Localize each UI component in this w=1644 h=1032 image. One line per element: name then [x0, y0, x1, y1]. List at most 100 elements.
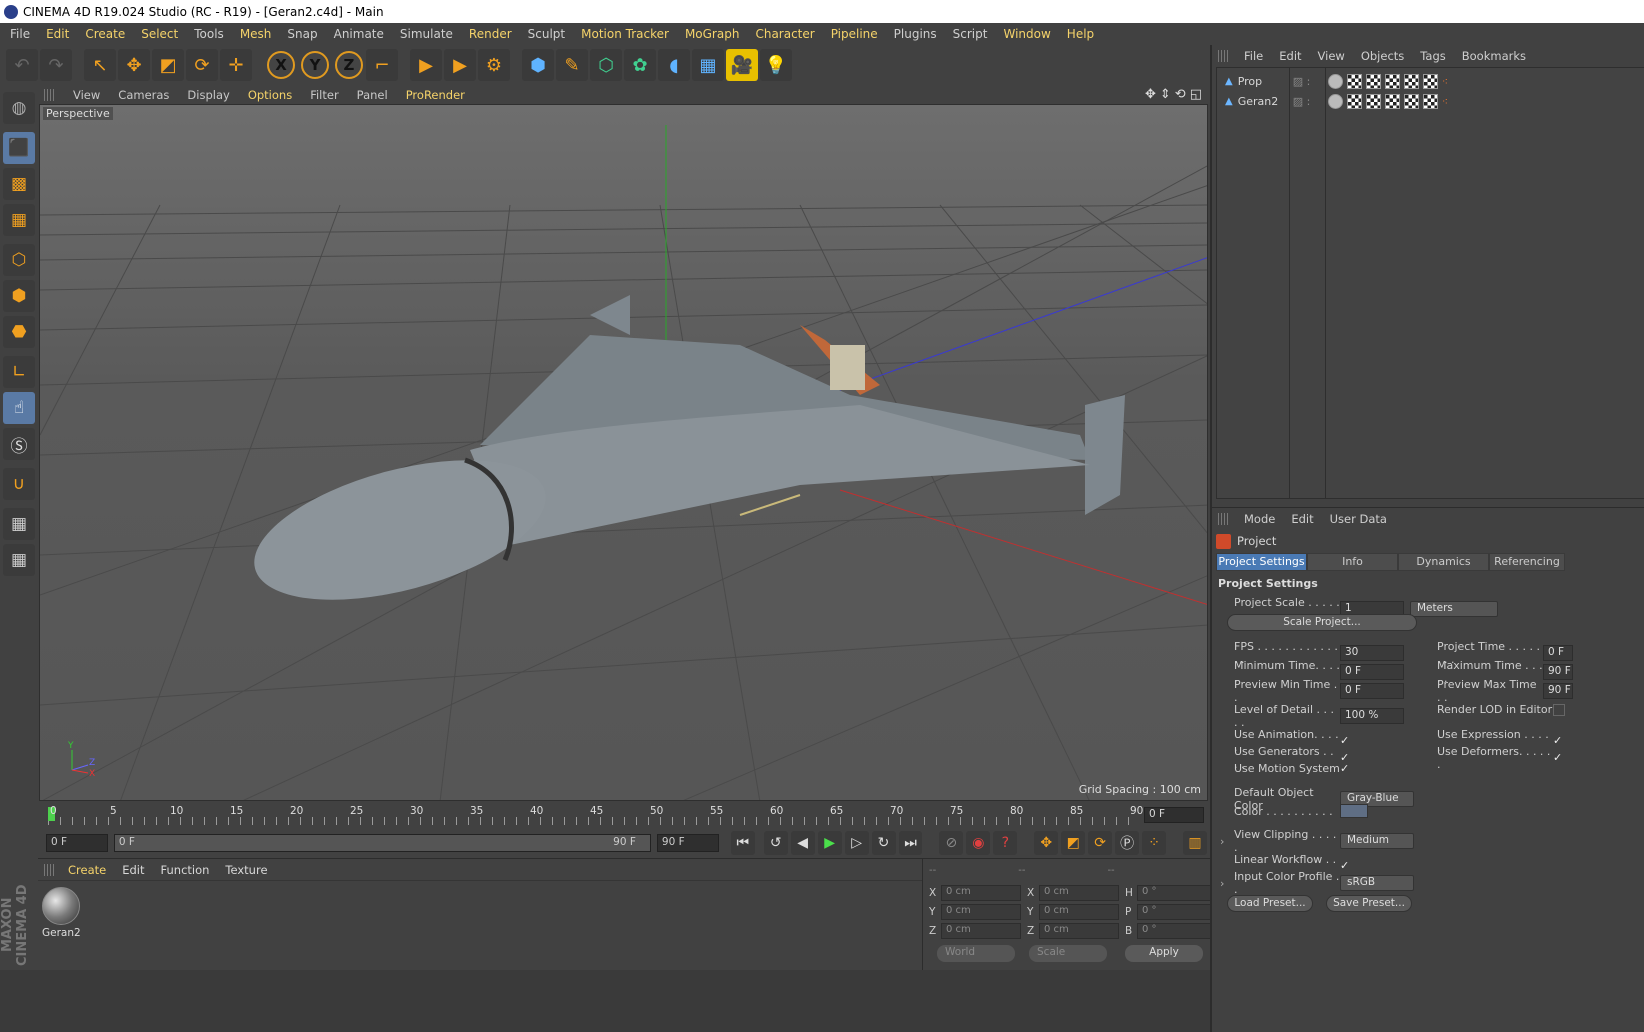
- menu-window[interactable]: Window: [995, 27, 1058, 41]
- tab-referencing[interactable]: Referencing: [1489, 553, 1565, 571]
- subdivision-surface-icon[interactable]: ⬡: [590, 49, 622, 81]
- save-preset-button[interactable]: Save Preset...: [1326, 895, 1412, 912]
- key-pla-icon[interactable]: ⁘: [1142, 831, 1167, 855]
- menu-mograph[interactable]: MoGraph: [677, 27, 748, 41]
- visibility-dots-icon[interactable]: ▨ :: [1293, 95, 1328, 108]
- key-parameter-icon[interactable]: Ⓟ: [1115, 831, 1140, 855]
- object-menu-file[interactable]: File: [1236, 49, 1271, 63]
- panel-grip-icon[interactable]: [1218, 50, 1230, 62]
- menu-plugins[interactable]: Plugins: [886, 27, 945, 41]
- timeline-window-icon[interactable]: ▥: [1183, 831, 1207, 855]
- field-value[interactable]: 90 F: [1543, 683, 1573, 699]
- workplane-mode-icon[interactable]: ▦: [3, 204, 35, 236]
- material-preview-icon[interactable]: [42, 887, 80, 925]
- panel-grip-icon[interactable]: [1218, 512, 1230, 525]
- goto-start-icon[interactable]: ⏮: [730, 831, 755, 855]
- coord-rotation-field[interactable]: 0 °: [1137, 923, 1217, 939]
- texture-tag-icon[interactable]: [1403, 73, 1419, 89]
- viewport-menu-display[interactable]: Display: [178, 88, 238, 102]
- texture-tag-icon[interactable]: [1422, 93, 1438, 109]
- texture-tag-icon[interactable]: [1384, 73, 1400, 89]
- object-menu-tags[interactable]: Tags: [1412, 49, 1453, 63]
- menu-tools[interactable]: Tools: [186, 27, 232, 41]
- panel-grip-icon[interactable]: [44, 88, 56, 101]
- orbit-icon[interactable]: ⟲: [1175, 87, 1186, 102]
- menu-file[interactable]: File: [2, 27, 38, 41]
- object-menu-bookmarks[interactable]: Bookmarks: [1454, 49, 1534, 63]
- render-settings-icon[interactable]: ⚙: [478, 49, 510, 81]
- input-color-dropdown[interactable]: sRGB: [1340, 875, 1414, 891]
- color-swatch[interactable]: [1340, 804, 1368, 818]
- menu-motion-tracker[interactable]: Motion Tracker: [573, 27, 677, 41]
- deformer-icon[interactable]: ◖: [658, 49, 690, 81]
- checkbox[interactable]: ✓: [1340, 762, 1352, 775]
- visibility-dots-icon[interactable]: ▨ :: [1293, 75, 1328, 88]
- record-keys-icon[interactable]: ⊘: [939, 831, 964, 855]
- coord-position-field[interactable]: 0 cm: [941, 904, 1021, 920]
- material-slot[interactable]: Geran2: [42, 887, 82, 941]
- timeline-track[interactable]: 0 5 10 15 20 25 30 35 40 45 50 55 60 65 70 75 80 85 90: [48, 805, 1143, 825]
- preview-range-slider[interactable]: 0 F 90 F: [113, 834, 651, 852]
- play-icon[interactable]: ▶: [817, 831, 842, 855]
- prev-frame-icon[interactable]: ◀: [790, 831, 815, 855]
- workplane-rotate-icon[interactable]: ▦: [3, 544, 35, 576]
- floor-environment-icon[interactable]: ▦: [692, 49, 724, 81]
- solo-icon[interactable]: Ⓢ: [3, 428, 35, 460]
- menu-render[interactable]: Render: [461, 27, 520, 41]
- snap-magnet-icon[interactable]: ∪: [3, 468, 35, 500]
- field-value[interactable]: 0 F: [1340, 683, 1404, 699]
- menu-edit[interactable]: Edit: [38, 27, 77, 41]
- camera-icon[interactable]: 🎥: [726, 49, 758, 81]
- render-lod-checkbox[interactable]: [1553, 703, 1565, 716]
- coord-rotation-field[interactable]: 0 °: [1137, 885, 1217, 901]
- goto-end-icon[interactable]: ⏭: [898, 831, 923, 855]
- scale-unit-dropdown[interactable]: Meters: [1410, 601, 1498, 617]
- object-row-geran2[interactable]: ▲ Geran2 ▨ : ⁖: [1225, 92, 1448, 110]
- selection-tag-icon[interactable]: ⁖: [1442, 95, 1448, 108]
- coord-rotation-field[interactable]: 0 °: [1137, 904, 1217, 920]
- tweak-mode-icon[interactable]: ☝: [3, 392, 35, 424]
- key-rotation-icon[interactable]: ⟳: [1088, 831, 1113, 855]
- next-frame-icon[interactable]: ▷: [844, 831, 869, 855]
- menu-create[interactable]: Create: [77, 27, 133, 41]
- material-menu-function[interactable]: Function: [153, 863, 218, 877]
- x-axis-icon[interactable]: X: [267, 51, 295, 79]
- texture-mode-icon[interactable]: ▩: [3, 168, 35, 200]
- maximize-view-icon[interactable]: ◱: [1190, 87, 1202, 102]
- keyframe-selection-icon[interactable]: ?: [993, 831, 1018, 855]
- texture-tag-icon[interactable]: [1346, 73, 1362, 89]
- next-key-icon[interactable]: ↻: [871, 831, 896, 855]
- make-editable-icon[interactable]: ◍: [3, 92, 35, 124]
- view-clipping-dropdown[interactable]: Medium: [1340, 833, 1414, 849]
- load-preset-button[interactable]: Load Preset...: [1227, 895, 1313, 912]
- material-tag-icon[interactable]: [1327, 93, 1343, 109]
- coord-position-field[interactable]: 0 cm: [941, 923, 1021, 939]
- y-axis-icon[interactable]: Y: [301, 51, 329, 79]
- lod-field[interactable]: 100 %: [1340, 708, 1404, 724]
- menu-snap[interactable]: Snap: [279, 27, 325, 41]
- end-frame-field[interactable]: 90 F: [656, 834, 719, 852]
- menu-character[interactable]: Character: [747, 27, 822, 41]
- texture-tag-icon[interactable]: [1384, 93, 1400, 109]
- scale-icon[interactable]: ◩: [152, 49, 184, 81]
- move-icon[interactable]: ✥: [118, 49, 150, 81]
- object-menu-objects[interactable]: Objects: [1353, 49, 1412, 63]
- material-menu-edit[interactable]: Edit: [114, 863, 152, 877]
- menu-sculpt[interactable]: Sculpt: [520, 27, 573, 41]
- spline-pen-icon[interactable]: ✎: [556, 49, 588, 81]
- coordinate-mode-dropdown[interactable]: Scale: [1029, 945, 1107, 962]
- axis-mode-icon[interactable]: ∟: [3, 356, 35, 388]
- scale-project-button[interactable]: Scale Project...: [1227, 614, 1417, 631]
- current-frame-field[interactable]: 0 F: [1144, 807, 1204, 823]
- redo-icon[interactable]: ↷: [40, 49, 72, 81]
- menu-pipeline[interactable]: Pipeline: [823, 27, 886, 41]
- material-menu-create[interactable]: Create: [60, 863, 114, 877]
- expand-arrow-icon[interactable]: ›: [1220, 835, 1234, 848]
- checkbox[interactable]: ✓: [1553, 752, 1565, 764]
- object-manager-list[interactable]: ▲ Prop ▨ : ⁖ ▲ Geran2 ▨ : ⁖: [1216, 67, 1644, 499]
- cube-primitive-icon[interactable]: ⬢: [522, 49, 554, 81]
- menu-animate[interactable]: Animate: [326, 27, 392, 41]
- render-view-icon[interactable]: ▶: [410, 49, 442, 81]
- pan-icon[interactable]: ✥: [1145, 87, 1156, 102]
- drone-model[interactable]: [240, 295, 1125, 627]
